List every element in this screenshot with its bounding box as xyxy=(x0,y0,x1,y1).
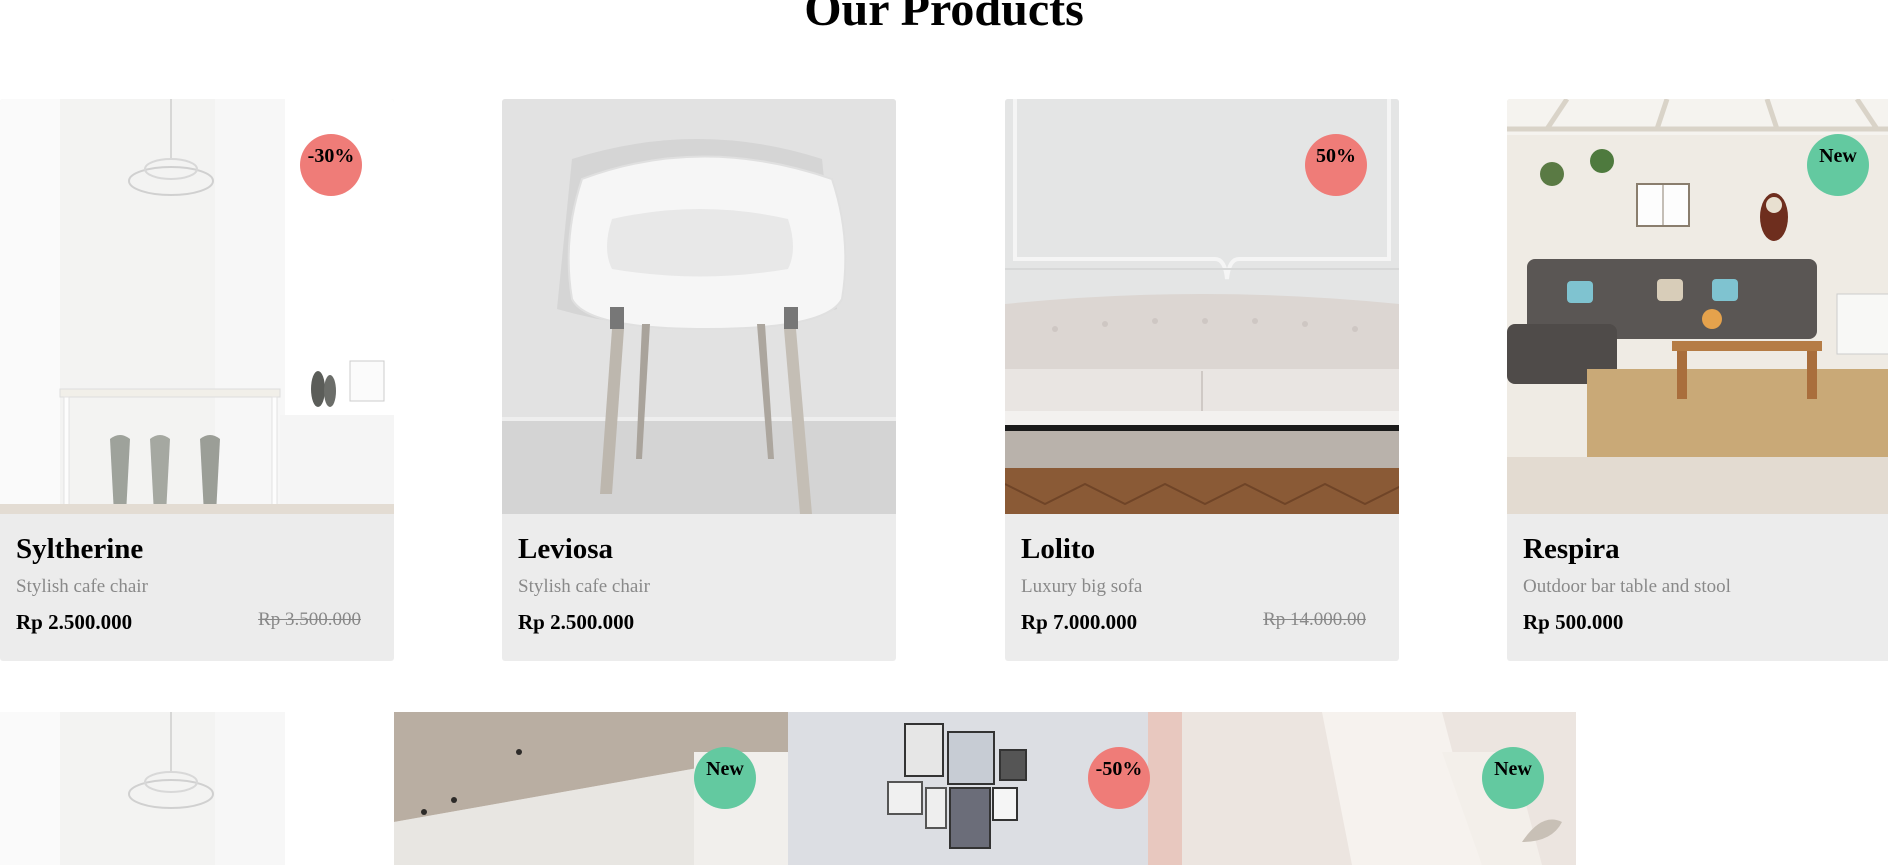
product-card[interactable] xyxy=(0,712,394,865)
product-old-price: Rp 14.000.00 xyxy=(1263,609,1366,630)
product-card[interactable]: 50% Lolito Luxury big sofa Rp 7.000.000 … xyxy=(1005,99,1399,661)
product-card[interactable]: -30% Syltherine Stylish cafe chair Rp 2.… xyxy=(0,99,394,661)
product-image[interactable] xyxy=(502,99,896,514)
product-card[interactable]: New Respira Outdoor bar table and stool … xyxy=(1507,99,1888,661)
product-old-price: Rp 3.500.000 xyxy=(258,609,361,630)
product-image[interactable]: -30% xyxy=(0,99,394,514)
product-name[interactable]: Leviosa xyxy=(518,532,880,566)
new-badge: New xyxy=(1807,134,1869,196)
product-description: Stylish cafe chair xyxy=(518,576,650,597)
product-image[interactable]: 50% xyxy=(1005,99,1399,514)
product-price: Rp 2.500.000 xyxy=(518,610,635,634)
discount-badge: -50% xyxy=(1088,747,1150,809)
product-card[interactable]: Leviosa Stylish cafe chair Rp 2.500.000 xyxy=(502,99,896,661)
product-description: Outdoor bar table and stool xyxy=(1523,576,1731,597)
product-name[interactable]: Lolito xyxy=(1021,532,1383,566)
product-card[interactable]: New xyxy=(394,712,788,865)
discount-badge: -30% xyxy=(300,134,362,196)
product-card[interactable]: -50% xyxy=(788,712,1182,865)
product-image[interactable]: New xyxy=(1507,99,1888,514)
product-description: Stylish cafe chair xyxy=(16,576,148,597)
product-price: Rp 500.000 xyxy=(1523,610,1624,634)
product-name[interactable]: Syltherine xyxy=(16,532,378,566)
section-title: Our Products xyxy=(804,0,1084,36)
product-description: Luxury big sofa xyxy=(1021,576,1143,597)
product-name[interactable]: Respira xyxy=(1523,532,1885,566)
new-badge: New xyxy=(1482,747,1544,809)
discount-badge: 50% xyxy=(1305,134,1367,196)
product-card[interactable]: New xyxy=(1182,712,1576,865)
new-badge: New xyxy=(694,747,756,809)
products-section: Our Products -30% Syltherine Stylish caf… xyxy=(0,0,1888,865)
